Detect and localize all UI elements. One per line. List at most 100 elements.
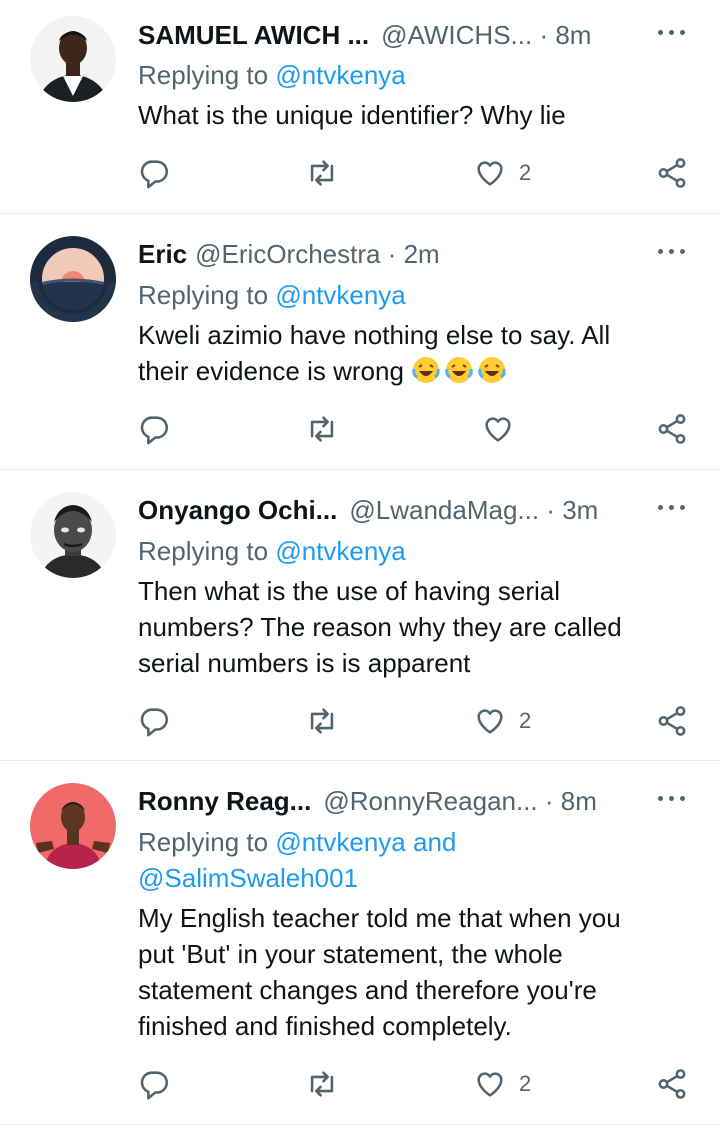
display-name[interactable]: Eric — [138, 239, 187, 269]
tweet-header: Eric @EricOrchestra · 2m — [138, 237, 690, 271]
display-name[interactable]: Ronny Reag... — [138, 786, 311, 816]
retweet-button[interactable] — [305, 153, 339, 193]
tweet-text: My English teacher told me that when you — [138, 903, 621, 933]
display-name[interactable]: SAMUEL AWICH ... — [138, 20, 369, 50]
tweet-actions: 2 — [0, 1064, 720, 1104]
reply-button[interactable] — [137, 701, 171, 741]
replying-to-line2: @SalimSwaleh001 — [138, 860, 358, 896]
tweet-text: finished and finished completely. — [138, 1011, 512, 1041]
avatar[interactable] — [30, 236, 116, 322]
reply-button[interactable] — [137, 1064, 171, 1104]
replying-to: Replying to @ntvkenya and — [138, 824, 456, 860]
separator-dot: · — [539, 495, 563, 525]
tweet-text-line2: their evidence is wrong — [138, 353, 510, 389]
like-button[interactable] — [481, 409, 515, 449]
retweet-icon — [310, 708, 334, 734]
share-icon — [658, 158, 686, 188]
mention-link[interactable]: @ntvkenya and — [275, 827, 456, 857]
more-icon[interactable] — [658, 796, 690, 806]
mention-link[interactable]: @ntvkenya — [275, 60, 405, 90]
avatar[interactable] — [30, 492, 116, 578]
user-handle[interactable]: @RonnyReagan... — [323, 786, 537, 816]
heart-icon — [477, 161, 503, 186]
laughing-emoji-icon — [478, 357, 506, 383]
like-button[interactable]: 2 — [473, 153, 531, 193]
reply-icon — [140, 1071, 169, 1100]
tweet-text: statement changes and therefore you're — [138, 975, 597, 1005]
tweet-text: serial numbers is is apparent — [138, 648, 471, 678]
tweet-text: their evidence is wrong — [138, 356, 404, 386]
retweet-button[interactable] — [305, 701, 339, 741]
like-count: 2 — [519, 1071, 532, 1096]
tweet-actions — [0, 409, 720, 449]
user-handle[interactable]: @EricOrchestra — [195, 239, 380, 269]
replying-to-label: Replying to — [138, 280, 276, 310]
replying-to-label: Replying to — [138, 60, 276, 90]
like-button[interactable]: 2 — [473, 701, 531, 741]
replying-to: Replying to @ntvkenya — [138, 533, 406, 569]
separator-dot: · — [380, 239, 404, 269]
retweet-icon — [310, 416, 334, 442]
tweet-header: Ronny Reag... @RonnyReagan... · 8m — [138, 784, 690, 818]
display-name[interactable]: Onyango Ochi... — [138, 495, 337, 525]
tweet-actions: 2 — [0, 701, 720, 741]
replying-to-label: Replying to — [138, 536, 276, 566]
mention-link[interactable]: @ntvkenya — [275, 280, 405, 310]
share-button[interactable] — [655, 701, 689, 741]
tweet-text: What is the unique identifier? Why lie — [138, 100, 566, 130]
like-count: 2 — [519, 160, 532, 185]
timestamp[interactable]: 8m — [561, 786, 597, 816]
avatar[interactable] — [30, 783, 116, 869]
more-icon[interactable] — [658, 30, 690, 40]
laughing-emoji-icon — [445, 357, 473, 383]
timestamp[interactable]: 2m — [404, 239, 440, 269]
reply-button[interactable] — [137, 153, 171, 193]
tweet-text: numbers? The reason why they are called — [138, 612, 622, 642]
user-handle[interactable]: @LwandaMag... — [349, 495, 539, 525]
tweet-header: SAMUEL AWICH ... @AWICHS... · 8m — [138, 18, 690, 52]
replying-to-label: Replying to — [138, 827, 276, 857]
mention-link[interactable]: @SalimSwaleh001 — [138, 863, 358, 893]
emoji-group — [411, 356, 510, 386]
share-button[interactable] — [655, 153, 689, 193]
tweet[interactable]: Onyango Ochi... @LwandaMag... · 3m Replyi… — [0, 470, 720, 761]
mention-link[interactable]: @ntvkenya — [275, 536, 405, 566]
retweet-button[interactable] — [305, 1064, 339, 1104]
separator-dot: · — [537, 786, 561, 816]
retweet-button[interactable] — [305, 409, 339, 449]
retweet-icon — [310, 1071, 334, 1097]
heart-icon — [485, 417, 511, 442]
tweet[interactable]: Ronny Reag... @RonnyReagan... · 8m Replyi… — [0, 761, 720, 1125]
tweet-text: put 'But' in your statement, the whole — [138, 939, 563, 969]
share-icon — [658, 414, 686, 444]
like-button[interactable]: 2 — [473, 1064, 531, 1104]
reply-icon — [140, 160, 169, 189]
tweet-header: Onyango Ochi... @LwandaMag... · 3m — [138, 493, 690, 527]
tweet[interactable]: SAMUEL AWICH ... @AWICHS... · 8m Replying… — [0, 0, 720, 214]
heart-icon — [477, 709, 503, 734]
more-icon[interactable] — [658, 249, 690, 259]
tweet-actions: 2 — [0, 153, 720, 193]
laughing-emoji-icon — [412, 357, 440, 383]
retweet-icon — [310, 160, 334, 186]
share-button[interactable] — [655, 1064, 689, 1104]
separator-dot: · — [532, 20, 556, 50]
reply-icon — [140, 708, 169, 737]
tweet[interactable]: Eric @EricOrchestra · 2m Replying to @ntv… — [0, 214, 720, 470]
like-count: 2 — [519, 708, 532, 733]
reply-icon — [140, 416, 169, 445]
tweet-text: Then what is the use of having serial — [138, 576, 561, 606]
timestamp[interactable]: 8m — [555, 20, 591, 50]
replying-to: Replying to @ntvkenya — [138, 277, 406, 313]
more-icon[interactable] — [658, 505, 690, 515]
avatar[interactable] — [30, 16, 116, 102]
tweet-text: Kweli azimio have nothing else to say. A… — [138, 320, 611, 350]
reply-button[interactable] — [137, 409, 171, 449]
share-button[interactable] — [655, 409, 689, 449]
share-icon — [658, 706, 686, 736]
timestamp[interactable]: 3m — [562, 495, 598, 525]
user-handle[interactable]: @AWICHS... — [381, 20, 532, 50]
share-icon — [658, 1069, 686, 1099]
heart-icon — [477, 1072, 503, 1097]
replying-to: Replying to @ntvkenya — [138, 57, 406, 93]
